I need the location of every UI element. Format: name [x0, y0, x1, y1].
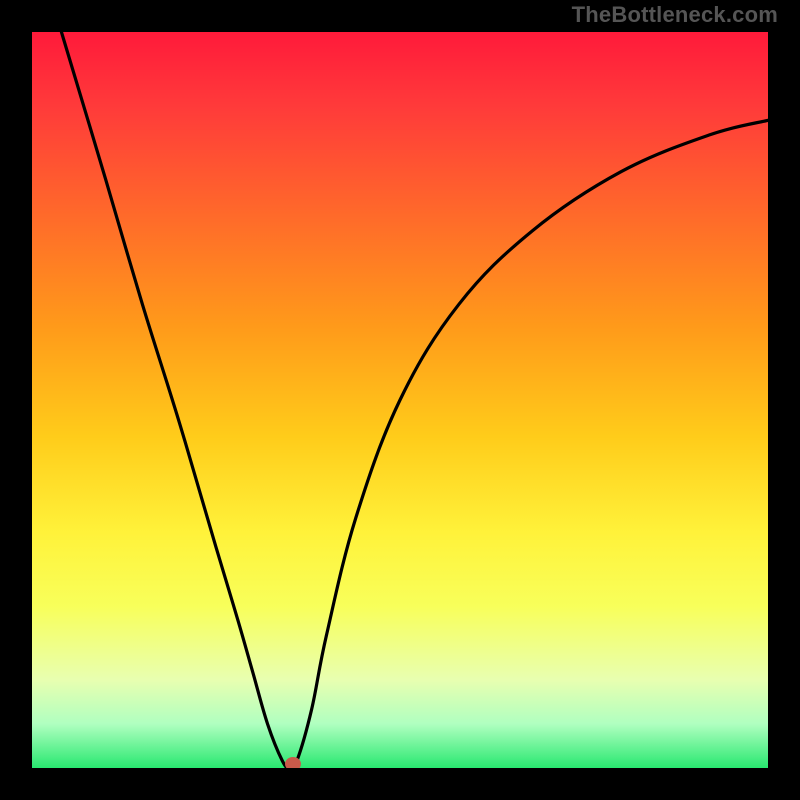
curve-svg	[32, 32, 768, 768]
curve-path	[61, 32, 768, 768]
watermark-text: TheBottleneck.com	[572, 2, 778, 28]
curve-minimum-marker	[285, 757, 301, 768]
plot-area	[32, 32, 768, 768]
chart-container: TheBottleneck.com	[0, 0, 800, 800]
